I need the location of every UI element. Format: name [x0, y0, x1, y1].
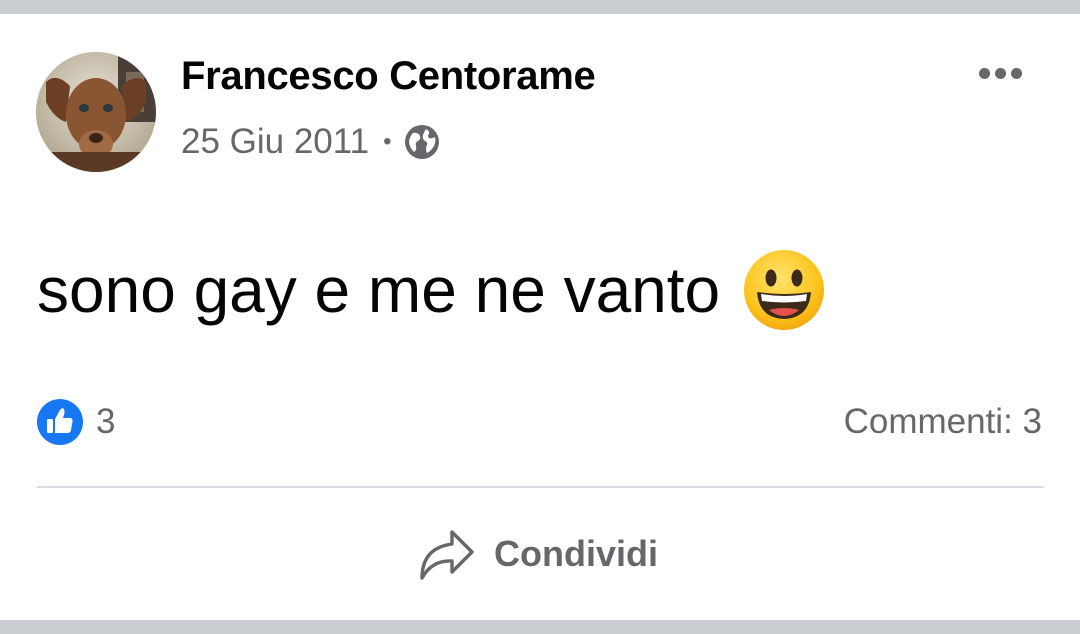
author-name[interactable]: Francesco Centorame	[181, 54, 596, 99]
share-arrow-icon	[420, 530, 474, 580]
footer-divider	[37, 486, 1044, 488]
post-meta: 25 Giu 2011 •	[181, 120, 440, 164]
post-card: Francesco Centorame 25 Giu 2011 • sono g…	[0, 14, 1080, 620]
like-count: 3	[96, 402, 116, 441]
post-body: sono gay e me ne vanto	[37, 248, 826, 332]
share-button[interactable]: Condividi	[414, 522, 658, 586]
dog-photo-icon	[36, 52, 156, 172]
globe-icon[interactable]	[404, 124, 440, 160]
more-options-button[interactable]	[970, 58, 1030, 88]
reactions-summary[interactable]: 3	[36, 398, 115, 446]
more-dot	[994, 67, 1006, 79]
like-thumb-icon	[37, 399, 83, 445]
grinning-face-icon	[742, 248, 826, 332]
author-avatar[interactable]	[36, 52, 156, 172]
comments-count[interactable]: Commenti: 3	[844, 398, 1042, 446]
more-dot	[1010, 67, 1022, 79]
post-date[interactable]: 25 Giu 2011	[181, 122, 369, 162]
more-dot	[978, 67, 990, 79]
meta-separator: •	[383, 128, 392, 155]
share-label: Condividi	[494, 533, 658, 574]
post-text: sono gay e me ne vanto	[37, 254, 721, 326]
